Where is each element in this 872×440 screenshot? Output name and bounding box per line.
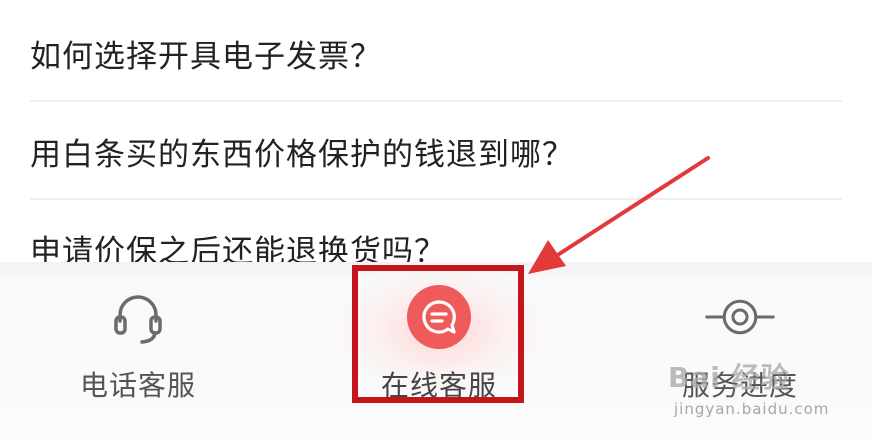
highlight-box	[352, 265, 524, 403]
faq-item[interactable]: 如何选择开具电子发票？	[30, 6, 842, 102]
faq-question: 用白条买的东西价格保护的钱退到哪？	[30, 136, 574, 173]
tab-phone-service[interactable]: 电话客服	[58, 262, 218, 440]
headset-icon	[103, 282, 173, 352]
watermark-logo: Bai 经验	[668, 361, 790, 394]
faq-question: 如何选择开具电子发票？	[30, 38, 382, 75]
baidu-jingyan-watermark: Bai 经验 jingyan.baidu.com	[668, 356, 838, 426]
progress-target-icon	[705, 282, 775, 352]
faq-item[interactable]: 用白条买的东西价格保护的钱退到哪？	[30, 104, 842, 200]
watermark-url: jingyan.baidu.com	[674, 400, 830, 418]
tab-label: 电话客服	[79, 369, 196, 402]
service-page: 如何选择开具电子发票？ 用白条买的东西价格保护的钱退到哪？ 申请价保之后还能退换…	[0, 0, 872, 440]
